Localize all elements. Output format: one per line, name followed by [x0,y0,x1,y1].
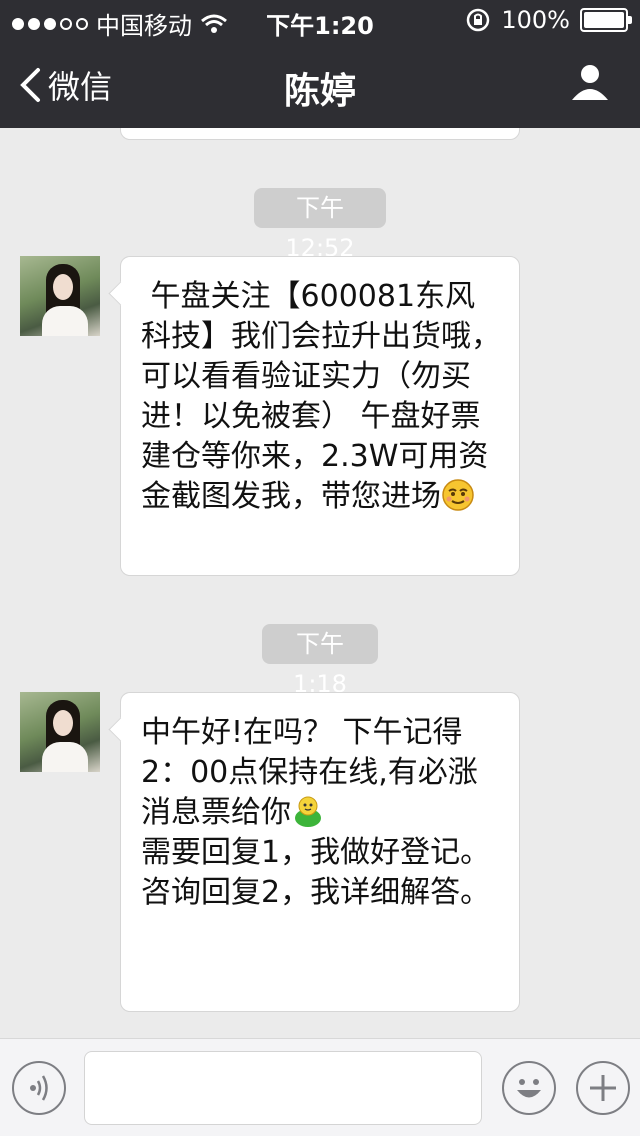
voice-button[interactable] [12,1061,66,1115]
message-bubble[interactable]: 中午好!在吗？ 下午记得2：00点保持在线,有必涨消息票给你 需要回复1，我做好… [120,692,520,1012]
previous-message-bubble [120,128,520,140]
message-input[interactable] [84,1051,482,1125]
status-bar: 中国移动 下午1:20 100% [0,0,640,40]
voice-icon [30,1075,48,1101]
avatar[interactable] [20,256,100,336]
smiley-icon [517,1079,541,1098]
battery-icon [580,8,632,32]
message-bubble[interactable]: 午盘关注【600081东风科技】我们会拉升出货哦，可以看看验证实力（勿买进！以免… [120,256,520,576]
chat-area[interactable]: 下午12:52 午盘关注【600081东风科技】我们会拉升出货哦，可以看看验证实… [0,128,640,1038]
smirk-emoji-icon [442,479,474,511]
emoji-button[interactable] [502,1061,556,1115]
input-bar [0,1038,640,1136]
avatar[interactable] [20,692,100,772]
plus-icon [590,1075,616,1101]
top-bar: 中国移动 下午1:20 100% 微信 陈婷 [0,0,640,128]
chat-title: 陈婷 [283,71,356,112]
nav-bar: 微信 陈婷 [0,40,640,128]
frog-emoji-icon [295,796,321,827]
status-right: 100% [465,6,632,34]
profile-icon[interactable] [570,62,610,102]
battery-percent: 100% [501,6,570,34]
message-text: 需要回复1，我做好登记。 咨询回复2，我详细解答。 [141,835,491,910]
more-button[interactable] [576,1061,630,1115]
timestamp: 下午12:52 [254,188,386,262]
rotation-lock-icon [467,8,490,32]
timestamp: 下午1:18 [262,624,378,698]
